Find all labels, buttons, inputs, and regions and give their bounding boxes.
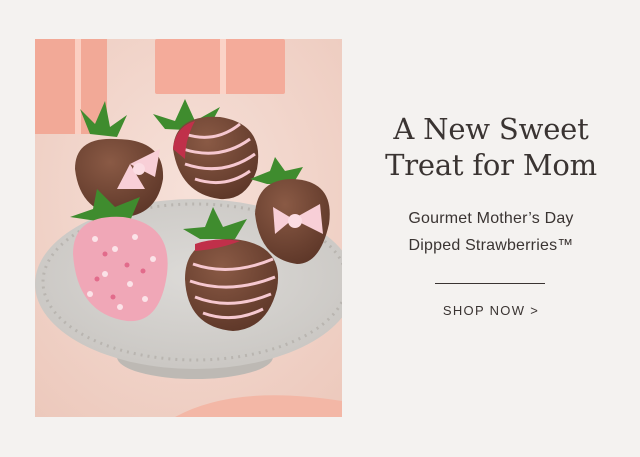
divider bbox=[435, 283, 545, 284]
promo-banner[interactable]: A New Sweet Treat for Mom Gourmet Mother… bbox=[0, 0, 640, 457]
subheading-line-1: Gourmet Mother’s Day bbox=[408, 210, 574, 227]
gift-box bbox=[35, 39, 107, 134]
headline-line-2: Treat for Mom bbox=[385, 148, 597, 182]
promo-copy: A New Sweet Treat for Mom Gourmet Mother… bbox=[342, 0, 640, 457]
headline-line-1: A New Sweet bbox=[393, 112, 589, 146]
strawberries-illustration bbox=[35, 39, 342, 417]
headline: A New Sweet Treat for Mom bbox=[342, 111, 640, 183]
shop-now-link[interactable]: SHOP NOW > bbox=[342, 303, 640, 318]
subheading-line-2: Dipped Strawberries™ bbox=[408, 237, 574, 254]
product-photo[interactable] bbox=[35, 39, 342, 417]
subheading: Gourmet Mother’s Day Dipped Strawberries… bbox=[342, 205, 640, 259]
